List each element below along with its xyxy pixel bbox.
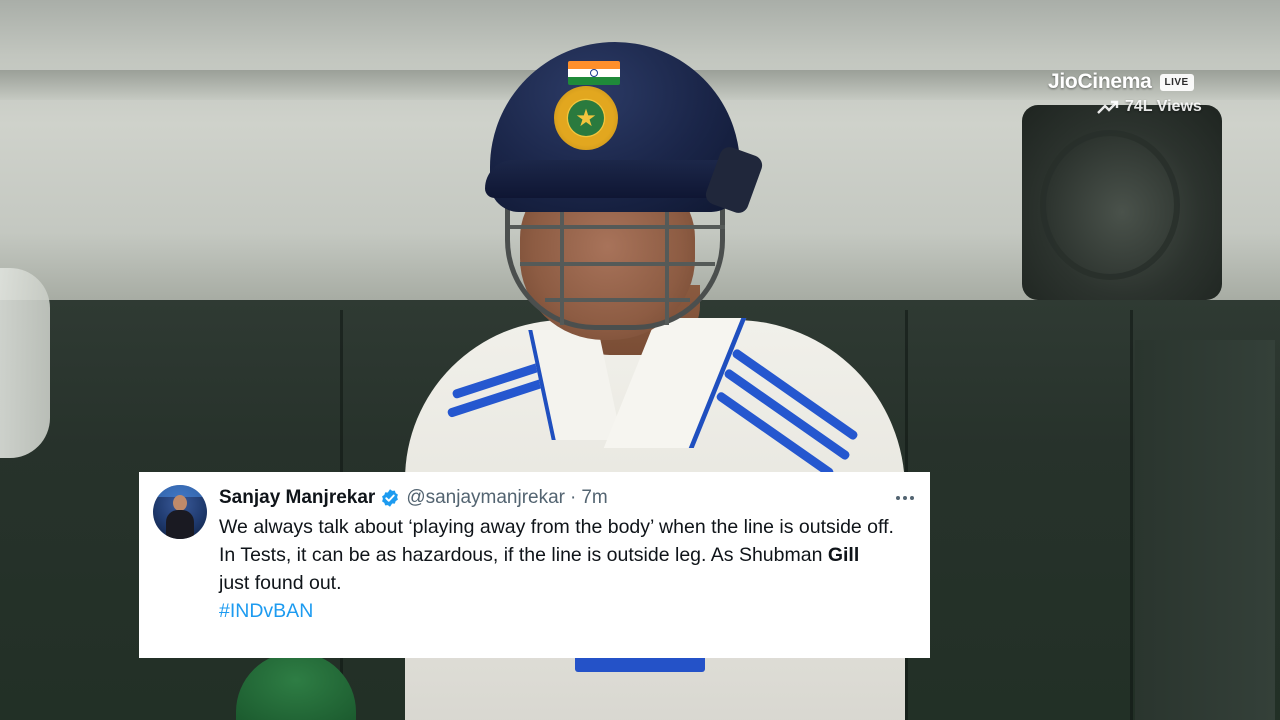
helmet-grille-bar bbox=[560, 205, 564, 325]
stadium-light-ring bbox=[1040, 130, 1180, 280]
broadcaster-name: JioCinema bbox=[1048, 70, 1152, 93]
author-name[interactable]: Sanjay Manjrekar bbox=[219, 487, 375, 509]
tweet-timestamp[interactable]: 7m bbox=[581, 487, 607, 509]
tweet-line: just found out. bbox=[219, 572, 342, 594]
trend-up-icon bbox=[1097, 100, 1119, 114]
meta-separator: · bbox=[570, 487, 577, 508]
helmet-grille-bar bbox=[665, 205, 669, 325]
view-count: 74L Views bbox=[1097, 98, 1202, 116]
tweet-line: In Tests, it can be as hazardous, if the… bbox=[219, 541, 916, 569]
view-count-text: 74L Views bbox=[1125, 98, 1202, 115]
verified-badge-icon bbox=[382, 489, 399, 507]
broadcaster-logo: JioCinema LIVE bbox=[1048, 70, 1194, 94]
author-avatar[interactable] bbox=[153, 485, 207, 539]
tweet-bold-name: Gill bbox=[827, 544, 860, 566]
tweet-text: We always talk about ‘playing away from … bbox=[219, 513, 916, 625]
tweet-line-text: In Tests, it can be as hazardous, if the… bbox=[219, 544, 828, 566]
hashtag-link[interactable]: #INDvBAN bbox=[219, 597, 916, 625]
more-options-icon[interactable] bbox=[896, 488, 914, 508]
background-object bbox=[0, 268, 50, 458]
india-flag-icon bbox=[568, 61, 620, 85]
panel-seam bbox=[1130, 310, 1133, 720]
helmet-grille-bar bbox=[520, 262, 715, 266]
tweet-header: Sanjay Manjrekar @sanjaymanjrekar · 7m bbox=[219, 485, 916, 511]
author-handle[interactable]: @sanjaymanjrekar bbox=[406, 487, 565, 509]
live-badge: LIVE bbox=[1159, 73, 1194, 91]
tweet-line: We always talk about ‘playing away from … bbox=[219, 516, 894, 538]
bcci-crest-icon: ★ bbox=[554, 86, 618, 150]
tweet-card[interactable]: Sanjay Manjrekar @sanjaymanjrekar · 7m W… bbox=[139, 472, 930, 658]
helmet-grille-bar bbox=[510, 225, 725, 229]
background-post bbox=[1135, 340, 1275, 720]
tweet-body: Sanjay Manjrekar @sanjaymanjrekar · 7m W… bbox=[219, 485, 916, 658]
